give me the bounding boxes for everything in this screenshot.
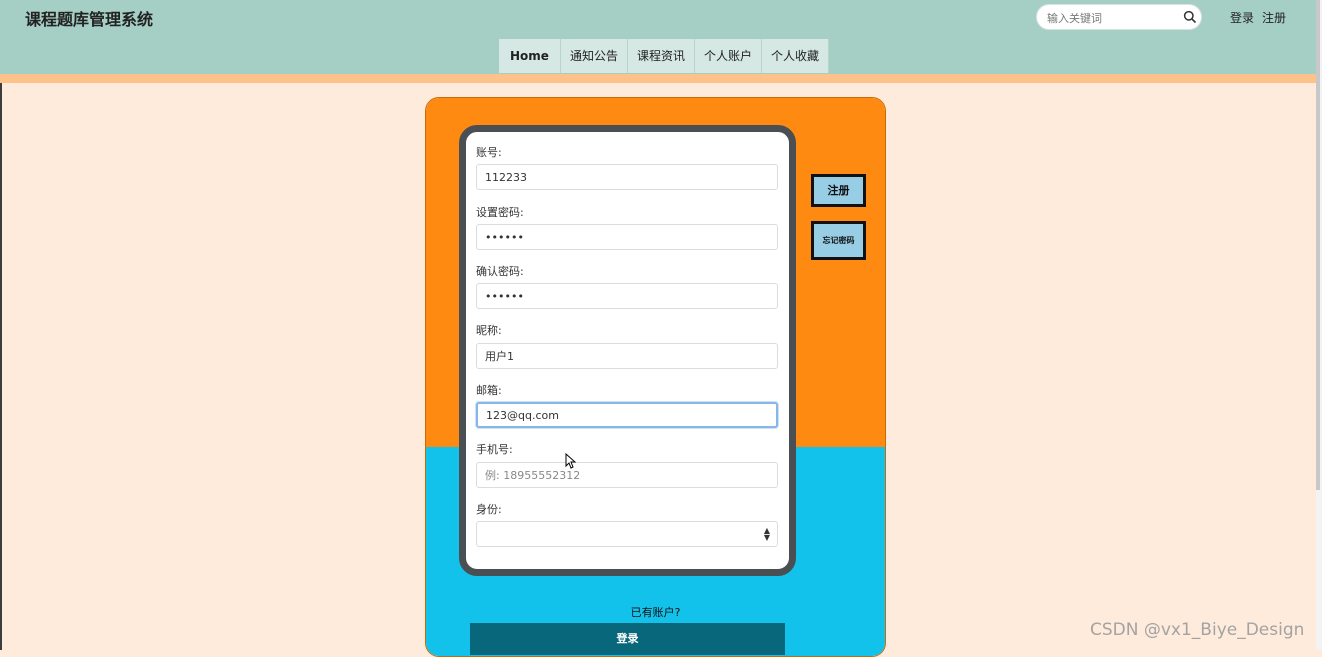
search-input[interactable] xyxy=(1045,8,1179,28)
have-account-text: 已有账户? xyxy=(630,606,681,619)
site-title: 课程题库管理系统 xyxy=(25,10,154,29)
identity-select[interactable]: ▲ ▼ xyxy=(476,521,778,547)
vertical-scrollbar[interactable] xyxy=(1316,0,1322,650)
phone-input[interactable] xyxy=(476,462,778,488)
login-button[interactable]: 登录 xyxy=(470,623,785,655)
nickname-label: 昵称: xyxy=(476,324,502,337)
nav-item-account[interactable]: 个人账户 xyxy=(694,39,762,73)
confirm-password-label: 确认密码: xyxy=(476,265,524,278)
nav-item-course-news[interactable]: 课程资讯 xyxy=(627,39,695,73)
main-nav: Home 通知公告 课程资讯 个人账户 个人收藏 xyxy=(499,39,829,73)
password-input[interactable] xyxy=(476,224,778,250)
forgot-password-button[interactable]: 忘记密码 xyxy=(811,221,866,260)
select-arrows-icon: ▲ ▼ xyxy=(763,526,770,542)
nav-item-notices[interactable]: 通知公告 xyxy=(560,39,628,73)
header-stripe xyxy=(0,74,1322,83)
account-label: 账号: xyxy=(476,146,502,159)
email-input[interactable] xyxy=(476,402,778,428)
scrollbar-thumb[interactable] xyxy=(1316,0,1320,490)
login-link[interactable]: 登录 xyxy=(1230,11,1254,25)
register-button[interactable]: 注册 xyxy=(811,174,866,207)
register-link[interactable]: 注册 xyxy=(1262,11,1286,25)
watermark: CSDN @vx1_Biye_Design xyxy=(1090,620,1305,640)
account-input[interactable] xyxy=(476,164,778,190)
search-icon[interactable] xyxy=(1183,10,1197,24)
nav-item-home[interactable]: Home xyxy=(499,39,561,73)
nickname-input[interactable] xyxy=(476,343,778,369)
window-left-edge xyxy=(0,0,2,650)
phone-label: 手机号: xyxy=(476,443,513,456)
password-label: 设置密码: xyxy=(476,206,524,219)
identity-label: 身份: xyxy=(476,503,502,516)
nav-item-favorites[interactable]: 个人收藏 xyxy=(761,39,829,73)
confirm-password-input[interactable] xyxy=(476,283,778,309)
email-label: 邮箱: xyxy=(476,384,502,397)
register-form-card: 账号: 设置密码: 确认密码: 昵称: 邮箱: 手机号: 身份: ▲▼ xyxy=(459,125,796,576)
auth-links: 登录 注册 xyxy=(1230,9,1294,26)
search-box xyxy=(1036,4,1202,30)
mouse-cursor-icon xyxy=(565,453,576,469)
top-header: 课程题库管理系统 登录注册 Home 通知公告 课程资讯 个人账户 个人收藏 xyxy=(0,0,1322,74)
